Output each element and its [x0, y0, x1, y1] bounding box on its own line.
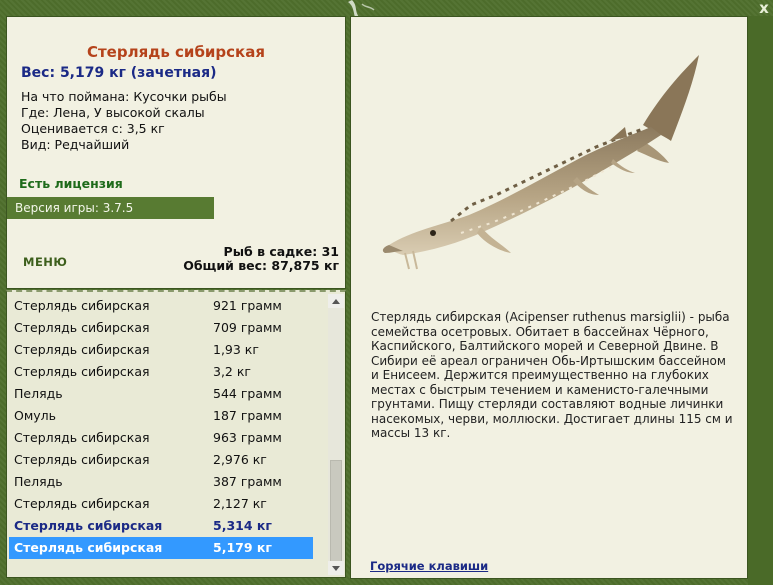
list-item-name: Стерлядь сибирская: [14, 430, 150, 445]
list-item-name: Стерлядь сибирская: [14, 496, 150, 511]
catch-list-panel: Стерлядь сибирская 921 грамм Стерлядь сиб…: [6, 290, 346, 578]
arrow-up-icon: [332, 298, 340, 304]
list-item-name: Стерлядь сибирская: [14, 452, 150, 467]
list-item-name: Стерлядь сибирская: [14, 364, 150, 379]
fish-description-panel: Стерлядь сибирская (Acipenser ruthenus m…: [350, 16, 748, 579]
list-item-name: Пелядь: [14, 386, 63, 401]
fish-place: Где: Лена, У высокой скалы: [21, 105, 205, 120]
version-bar: Версия игры: 3.7.5: [7, 197, 214, 219]
fish-bait: На что поймана: Кусочки рыбы: [21, 89, 227, 104]
list-item-weight: 921 грамм: [213, 298, 282, 313]
list-item-trophy[interactable]: Стерлядь сибирская 5,314 кг: [9, 515, 313, 537]
version-label: Версия игры: 3.7.5: [15, 201, 134, 215]
close-icon: x: [759, 0, 769, 17]
hotkeys-link[interactable]: Горячие клавиши: [370, 559, 488, 573]
close-button[interactable]: x: [757, 0, 771, 17]
keep-net-total: Общий вес: 87,875 кг: [183, 258, 339, 273]
fish-kind: Вид: Редчайший: [21, 137, 130, 152]
list-item[interactable]: Стерлядь сибирская 2,127 кг: [9, 493, 313, 515]
list-item-name: Стерлядь сибирская: [14, 518, 163, 533]
scroll-thumb[interactable]: [330, 460, 342, 570]
scroll-down-button[interactable]: [328, 561, 344, 575]
list-item-weight: 5,314 кг: [213, 518, 272, 533]
list-item[interactable]: Стерлядь сибирская 921 грамм: [9, 295, 313, 317]
list-scrollbar[interactable]: [328, 294, 344, 575]
list-item-weight: 2,976 кг: [213, 452, 267, 467]
keep-net-count: Рыб в садке: 31: [223, 244, 339, 259]
fish-info-panel: Стерлядь сибирская Вес: 5,179 кг (зачетн…: [6, 16, 346, 289]
list-item-name: Стерлядь сибирская: [14, 298, 150, 313]
list-item-weight: 963 грамм: [213, 430, 282, 445]
right-frame-edge: [748, 16, 773, 585]
list-item-weight: 187 грамм: [213, 408, 282, 423]
list-item-weight: 5,179 кг: [213, 540, 272, 555]
list-item-weight: 709 грамм: [213, 320, 282, 335]
fish-description: Стерлядь сибирская (Acipenser ruthenus m…: [371, 310, 733, 440]
list-item[interactable]: Стерлядь сибирская 1,93 кг: [9, 339, 313, 361]
list-item-name: Омуль: [14, 408, 57, 423]
list-item[interactable]: Стерлядь сибирская 3,2 кг: [9, 361, 313, 383]
list-item[interactable]: Стерлядь сибирская 963 грамм: [9, 427, 313, 449]
list-item-weight: 2,127 кг: [213, 496, 267, 511]
list-item-name: Стерлядь сибирская: [14, 540, 163, 555]
list-item[interactable]: Стерлядь сибирская 2,976 кг: [9, 449, 313, 471]
fish-title: Стерлядь сибирская: [86, 43, 265, 61]
list-item-name: Пелядь: [14, 474, 63, 489]
list-item-name: Стерлядь сибирская: [14, 342, 150, 357]
list-item-weight: 387 грамм: [213, 474, 282, 489]
list-item[interactable]: Стерлядь сибирская 709 грамм: [9, 317, 313, 339]
list-item-name: Стерлядь сибирская: [14, 320, 150, 335]
list-item[interactable]: Пелядь 387 грамм: [9, 471, 313, 493]
menu-button[interactable]: МЕНЮ: [23, 255, 67, 269]
fish-weight: Вес: 5,179 кг (зачетная): [21, 65, 217, 81]
list-item-selected[interactable]: Стерлядь сибирская 5,179 кг: [9, 537, 313, 559]
list-item[interactable]: Омуль 187 грамм: [9, 405, 313, 427]
list-item[interactable]: Пелядь 544 грамм: [9, 383, 313, 405]
catch-list: Стерлядь сибирская 921 грамм Стерлядь сиб…: [9, 295, 313, 559]
sterlet-fish-image: [382, 55, 699, 270]
license-status: Есть лицензия: [19, 176, 123, 191]
list-item-weight: 3,2 кг: [213, 364, 251, 379]
list-item-weight: 544 грамм: [213, 386, 282, 401]
arrow-down-icon: [332, 565, 340, 571]
keep-net-stats: Рыб в садке: 31 Общий вес: 87,875 кг: [183, 245, 339, 273]
scroll-up-button[interactable]: [328, 294, 344, 308]
fish-value: Оценивается с: 3,5 кг: [21, 121, 165, 136]
list-item-weight: 1,93 кг: [213, 342, 259, 357]
